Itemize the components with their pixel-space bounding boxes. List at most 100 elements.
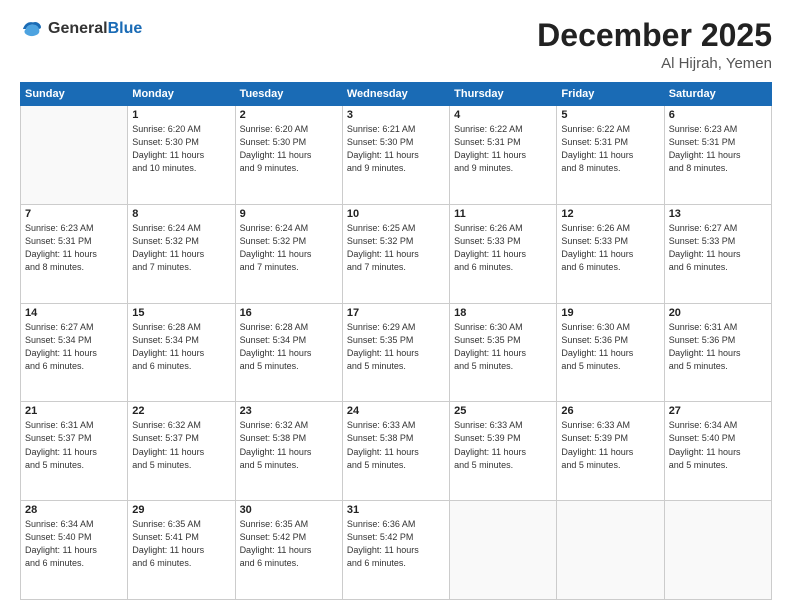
calendar-cell: 3 Sunrise: 6:21 AMSunset: 5:30 PMDaylight… (342, 106, 449, 205)
calendar-cell: 7Sunrise: 6:23 AMSunset: 5:31 PMDaylight… (21, 204, 128, 303)
calendar-cell (21, 106, 128, 205)
day-number: 9 (240, 208, 338, 220)
day-number: 8 (132, 208, 230, 220)
logo-icon (20, 18, 42, 40)
calendar-cell: 12Sunrise: 6:26 AMSunset: 5:33 PMDayligh… (557, 204, 664, 303)
logo-text-general: General (48, 20, 108, 37)
week-row-3: 21Sunrise: 6:31 AMSunset: 5:37 PMDayligh… (21, 402, 772, 501)
day-number: 17 (347, 307, 445, 319)
calendar-cell: 19 Sunrise: 6:30 AMSunset: 5:36 PMDayligh… (557, 303, 664, 402)
week-row-0: 1 Sunrise: 6:20 AMSunset: 5:30 PMDaylight… (21, 106, 772, 205)
location-title: Al Hijrah, Yemen (537, 55, 772, 72)
day-info: Sunrise: 6:27 AMSunset: 5:33 PMDaylight:… (669, 222, 767, 274)
day-number: 27 (669, 405, 767, 417)
day-number: 22 (132, 405, 230, 417)
day-number: 14 (25, 307, 123, 319)
day-number: 30 (240, 504, 338, 516)
calendar-cell: 11Sunrise: 6:26 AMSunset: 5:33 PMDayligh… (450, 204, 557, 303)
day-number: 3 (347, 109, 445, 121)
day-number: 16 (240, 307, 338, 319)
calendar-cell: 20 Sunrise: 6:31 AMSunset: 5:36 PMDayligh… (664, 303, 771, 402)
calendar-header-monday: Monday (128, 83, 235, 106)
month-title: December 2025 (537, 18, 772, 53)
calendar-cell: 26 Sunrise: 6:33 AMSunset: 5:39 PMDayligh… (557, 402, 664, 501)
logo-text-blue: Blue (108, 20, 143, 37)
calendar-cell: 1 Sunrise: 6:20 AMSunset: 5:30 PMDaylight… (128, 106, 235, 205)
day-number: 2 (240, 109, 338, 121)
calendar-cell: 31 Sunrise: 6:36 AMSunset: 5:42 PMDayligh… (342, 501, 449, 600)
day-info: Sunrise: 6:20 AMSunset: 5:30 PMDaylight:… (132, 123, 230, 175)
calendar-cell: 17 Sunrise: 6:29 AMSunset: 5:35 PMDayligh… (342, 303, 449, 402)
day-number: 5 (561, 109, 659, 121)
calendar-cell: 22 Sunrise: 6:32 AMSunset: 5:37 PMDayligh… (128, 402, 235, 501)
day-number: 20 (669, 307, 767, 319)
calendar-cell: 15Sunrise: 6:28 AMSunset: 5:34 PMDayligh… (128, 303, 235, 402)
calendar-cell: 27Sunrise: 6:34 AMSunset: 5:40 PMDayligh… (664, 402, 771, 501)
calendar-cell: 23 Sunrise: 6:32 AMSunset: 5:38 PMDayligh… (235, 402, 342, 501)
day-number: 28 (25, 504, 123, 516)
logo: GeneralBlue (20, 18, 142, 40)
day-info: Sunrise: 6:26 AMSunset: 5:33 PMDaylight:… (454, 222, 552, 274)
day-number: 29 (132, 504, 230, 516)
calendar-cell: 14 Sunrise: 6:27 AMSunset: 5:34 PMDayligh… (21, 303, 128, 402)
day-number: 18 (454, 307, 552, 319)
day-info: Sunrise: 6:27 AMSunset: 5:34 PMDaylight:… (25, 321, 123, 373)
day-number: 19 (561, 307, 659, 319)
day-info: Sunrise: 6:28 AMSunset: 5:34 PMDaylight:… (240, 321, 338, 373)
calendar-cell: 2 Sunrise: 6:20 AMSunset: 5:30 PMDaylight… (235, 106, 342, 205)
week-row-4: 28 Sunrise: 6:34 AMSunset: 5:40 PMDayligh… (21, 501, 772, 600)
day-number: 25 (454, 405, 552, 417)
day-info: Sunrise: 6:24 AMSunset: 5:32 PMDaylight:… (132, 222, 230, 274)
page: GeneralBlue December 2025 Al Hijrah, Yem… (0, 0, 792, 612)
calendar-cell: 16 Sunrise: 6:28 AMSunset: 5:34 PMDayligh… (235, 303, 342, 402)
calendar-cell: 5Sunrise: 6:22 AMSunset: 5:31 PMDaylight… (557, 106, 664, 205)
calendar-header-friday: Friday (557, 83, 664, 106)
day-info: Sunrise: 6:30 AMSunset: 5:36 PMDaylight:… (561, 321, 659, 373)
day-number: 31 (347, 504, 445, 516)
day-info: Sunrise: 6:28 AMSunset: 5:34 PMDaylight:… (132, 321, 230, 373)
calendar-cell (557, 501, 664, 600)
day-number: 13 (669, 208, 767, 220)
week-row-1: 7Sunrise: 6:23 AMSunset: 5:31 PMDaylight… (21, 204, 772, 303)
day-info: Sunrise: 6:34 AMSunset: 5:40 PMDaylight:… (25, 518, 123, 570)
day-info: Sunrise: 6:33 AMSunset: 5:39 PMDaylight:… (561, 419, 659, 471)
calendar-header-wednesday: Wednesday (342, 83, 449, 106)
day-info: Sunrise: 6:35 AMSunset: 5:42 PMDaylight:… (240, 518, 338, 570)
calendar-cell: 30 Sunrise: 6:35 AMSunset: 5:42 PMDayligh… (235, 501, 342, 600)
day-info: Sunrise: 6:36 AMSunset: 5:42 PMDaylight:… (347, 518, 445, 570)
day-number: 23 (240, 405, 338, 417)
calendar-cell (450, 501, 557, 600)
header: GeneralBlue December 2025 Al Hijrah, Yem… (20, 18, 772, 72)
day-info: Sunrise: 6:32 AMSunset: 5:37 PMDaylight:… (132, 419, 230, 471)
day-number: 12 (561, 208, 659, 220)
calendar-cell (664, 501, 771, 600)
calendar-cell: 29 Sunrise: 6:35 AMSunset: 5:41 PMDayligh… (128, 501, 235, 600)
calendar-cell: 21Sunrise: 6:31 AMSunset: 5:37 PMDayligh… (21, 402, 128, 501)
calendar-cell: 8 Sunrise: 6:24 AMSunset: 5:32 PMDaylight… (128, 204, 235, 303)
day-info: Sunrise: 6:22 AMSunset: 5:31 PMDaylight:… (454, 123, 552, 175)
calendar-cell: 9 Sunrise: 6:24 AMSunset: 5:32 PMDaylight… (235, 204, 342, 303)
day-number: 4 (454, 109, 552, 121)
week-row-2: 14 Sunrise: 6:27 AMSunset: 5:34 PMDayligh… (21, 303, 772, 402)
day-info: Sunrise: 6:32 AMSunset: 5:38 PMDaylight:… (240, 419, 338, 471)
day-info: Sunrise: 6:30 AMSunset: 5:35 PMDaylight:… (454, 321, 552, 373)
calendar-cell: 6Sunrise: 6:23 AMSunset: 5:31 PMDaylight… (664, 106, 771, 205)
title-block: December 2025 Al Hijrah, Yemen (537, 18, 772, 72)
day-info: Sunrise: 6:35 AMSunset: 5:41 PMDaylight:… (132, 518, 230, 570)
calendar-cell: 25Sunrise: 6:33 AMSunset: 5:39 PMDayligh… (450, 402, 557, 501)
calendar-cell: 18 Sunrise: 6:30 AMSunset: 5:35 PMDayligh… (450, 303, 557, 402)
day-number: 6 (669, 109, 767, 121)
calendar-cell: 13 Sunrise: 6:27 AMSunset: 5:33 PMDayligh… (664, 204, 771, 303)
calendar-header-saturday: Saturday (664, 83, 771, 106)
day-info: Sunrise: 6:29 AMSunset: 5:35 PMDaylight:… (347, 321, 445, 373)
calendar-cell: 4 Sunrise: 6:22 AMSunset: 5:31 PMDaylight… (450, 106, 557, 205)
calendar-cell: 28 Sunrise: 6:34 AMSunset: 5:40 PMDayligh… (21, 501, 128, 600)
day-info: Sunrise: 6:21 AMSunset: 5:30 PMDaylight:… (347, 123, 445, 175)
day-info: Sunrise: 6:31 AMSunset: 5:36 PMDaylight:… (669, 321, 767, 373)
calendar-header-row: SundayMondayTuesdayWednesdayThursdayFrid… (21, 83, 772, 106)
day-number: 1 (132, 109, 230, 121)
day-info: Sunrise: 6:24 AMSunset: 5:32 PMDaylight:… (240, 222, 338, 274)
day-info: Sunrise: 6:20 AMSunset: 5:30 PMDaylight:… (240, 123, 338, 175)
day-number: 26 (561, 405, 659, 417)
day-info: Sunrise: 6:25 AMSunset: 5:32 PMDaylight:… (347, 222, 445, 274)
